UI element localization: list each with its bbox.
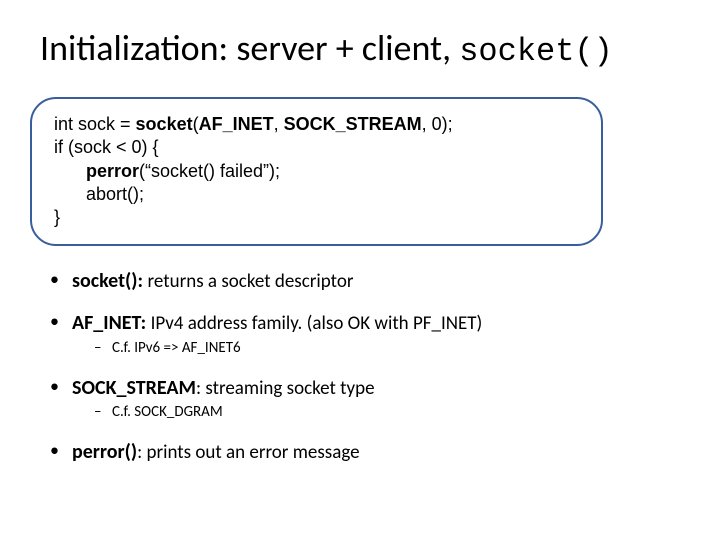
code-box: int sock = socket(AF_INET, SOCK_STREAM, … — [30, 97, 603, 246]
code-text: if (sock < 0) { — [54, 137, 159, 157]
bullet-lead: AF_INET: — [72, 311, 151, 335]
bullet-lead: socket(): — [72, 269, 148, 293]
slide: Initialization: server + client, socket(… — [0, 0, 720, 540]
bullet-tail: also OK with PF_INET) — [312, 312, 482, 335]
title-fn: socket() — [459, 33, 613, 70]
sub-bullet: C.f. IPv6 => AF_INET6 — [94, 339, 680, 359]
slide-title: Initialization: server + client, socket(… — [40, 28, 680, 71]
bullet-sublist: C.f. SOCK_DGRAM — [94, 403, 680, 423]
code-const-sockstream: SOCK_STREAM — [284, 114, 422, 134]
code-line-1: int sock = socket(AF_INET, SOCK_STREAM, … — [54, 113, 579, 136]
bullet-tail-bold: : streaming socket type — [196, 377, 375, 400]
code-text: abort(); — [86, 184, 144, 204]
bullet-item: perror(): prints out an error message — [48, 439, 680, 466]
code-text: (“socket() failed”); — [139, 161, 280, 181]
title-main: Initialization: server + client, — [40, 26, 459, 70]
code-text: } — [54, 207, 60, 227]
bullet-tail-bold: returns a socket descriptor — [148, 270, 354, 293]
bullet-lead: perror() — [72, 440, 137, 464]
sub-bullet: C.f. SOCK_DGRAM — [94, 403, 680, 423]
code-line-3: perror(“socket() failed”); — [54, 160, 579, 183]
code-text: int sock = — [54, 114, 136, 134]
bullet-sublist: C.f. IPv6 => AF_INET6 — [94, 339, 680, 359]
code-const-afinet: AF_INET — [199, 114, 274, 134]
code-line-5: } — [54, 206, 579, 229]
code-keyword-socket: socket — [136, 114, 193, 134]
code-keyword-perror: perror — [86, 161, 139, 181]
code-text: , 0); — [422, 114, 453, 134]
bullet-list: socket(): returns a socket descriptor AF… — [48, 268, 680, 466]
bullet-item: SOCK_STREAM: streaming socket type C.f. … — [48, 375, 680, 423]
bullet-item: AF_INET: IPv4 address family. (also OK w… — [48, 310, 680, 358]
bullet-tail: : prints out an error message — [137, 441, 359, 464]
bullet-lead: SOCK_STREAM — [72, 376, 196, 400]
bullet-item: socket(): returns a socket descriptor — [48, 268, 680, 295]
bullet-tail-bold: IPv4 address family. ( — [151, 312, 313, 335]
code-text: , — [274, 114, 284, 134]
code-line-4: abort(); — [54, 183, 579, 206]
code-line-2: if (sock < 0) { — [54, 136, 579, 159]
